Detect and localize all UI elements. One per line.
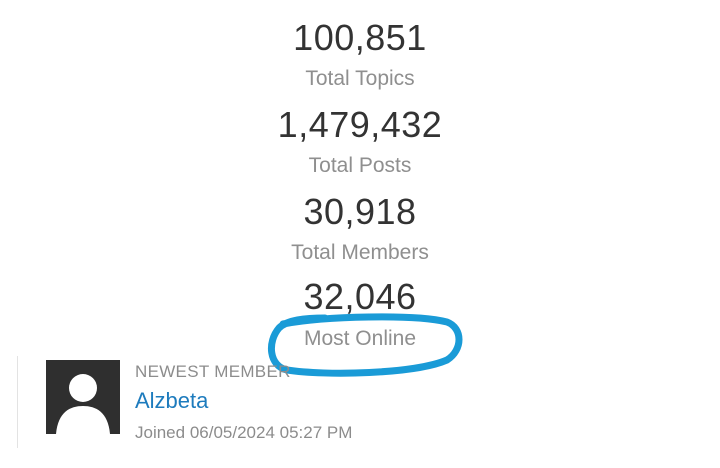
stat-label: Total Members [291,241,429,264]
default-user-avatar-icon[interactable] [46,360,120,434]
stat-value: 100,851 [293,17,427,58]
newest-member-joined-date: Joined 06/05/2024 05:27 PM [135,423,353,442]
stat-value: 1,479,432 [277,104,443,145]
stat-label: Most Online [303,327,417,350]
stat-value: 32,046 [303,276,417,317]
newest-member-link[interactable]: Alzbeta [135,388,208,414]
newest-member-heading: NEWEST MEMBER [135,362,291,381]
stat-label: Total Posts [308,154,412,177]
stat-label: Total Topics [305,67,415,90]
newest-member-panel: NEWEST MEMBER Alzbeta Joined 06/05/2024 … [17,356,518,448]
stat-value: 30,918 [303,191,417,232]
